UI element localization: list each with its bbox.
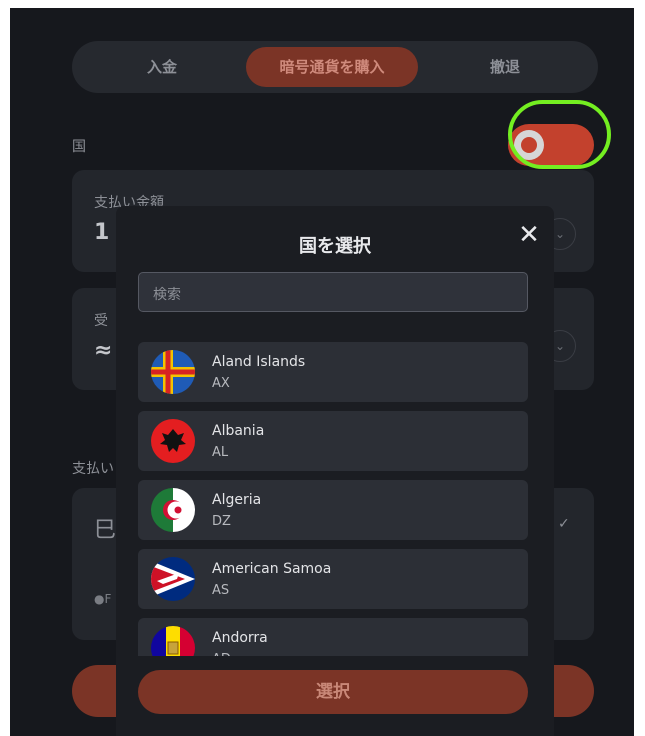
country-code: AL (212, 445, 229, 460)
select-button[interactable]: 選択 (138, 670, 528, 714)
payment-amount-value: 1 (94, 220, 110, 245)
country-item-algeria[interactable]: Algeria DZ (138, 480, 528, 540)
aland-islands-flag-icon (151, 350, 195, 394)
country-label: 国 (72, 139, 86, 155)
country-name: American Samoa (212, 561, 332, 577)
country-code: AX (212, 376, 230, 391)
algeria-flag-icon (151, 488, 195, 532)
country-item-aland-islands[interactable]: Aland Islands AX (138, 342, 528, 402)
country-code: AS (212, 583, 230, 598)
apple-pay-icon: ●F (94, 592, 112, 606)
payment-method-label: 支払い (72, 461, 114, 477)
modal-title: 国を選択 (299, 236, 371, 257)
country-item-andorra[interactable]: Andorra AD (138, 618, 528, 656)
card-icon: 巳 (94, 518, 117, 543)
top-tab-bar: 入金 暗号通貨を購入 撤退 (72, 41, 598, 93)
andorra-flag-icon (151, 626, 195, 656)
country-name: Albania (212, 423, 265, 439)
country-code: DZ (212, 514, 231, 529)
app-screen: 入金 暗号通貨を購入 撤退 国 支払い金額 1 ⌄ 受 ≈ ⌄ 支払い 巳 ●F… (10, 8, 634, 736)
checkmark-icon: ✓ (558, 516, 570, 532)
country-name: Algeria (212, 492, 262, 508)
close-icon[interactable]: ✕ (514, 220, 544, 250)
country-name: Andorra (212, 630, 268, 646)
highlight-annotation (508, 100, 611, 169)
country-select-modal: 国を選択 ✕ 検索 Aland Islands AX Albania AL Al… (116, 206, 554, 736)
country-list[interactable]: Aland Islands AX Albania AL Algeria DZ A… (138, 342, 528, 656)
tab-withdraw[interactable]: 撤退 (432, 47, 578, 87)
search-placeholder: 検索 (153, 287, 181, 303)
receive-amount-value: ≈ (94, 338, 113, 363)
receive-amount-label: 受 (94, 313, 108, 329)
american-samoa-flag-icon (151, 557, 195, 601)
country-item-american-samoa[interactable]: American Samoa AS (138, 549, 528, 609)
country-item-albania[interactable]: Albania AL (138, 411, 528, 471)
tab-buy-crypto[interactable]: 暗号通貨を購入 (246, 47, 418, 87)
country-code: AD (212, 652, 231, 656)
albania-flag-icon (151, 419, 195, 463)
tab-deposit[interactable]: 入金 (90, 47, 234, 87)
search-input[interactable]: 検索 (138, 272, 528, 312)
country-name: Aland Islands (212, 354, 306, 370)
